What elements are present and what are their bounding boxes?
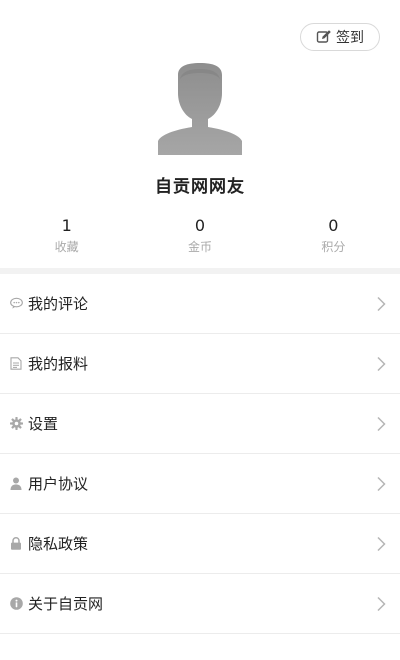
menu-item-user-agreement[interactable]: 用户协议: [0, 454, 400, 514]
checkin-label: 签到: [336, 30, 364, 46]
comment-icon: [10, 297, 23, 310]
lock-icon: [10, 537, 23, 550]
info-icon: [10, 597, 23, 610]
stat-value: 1: [61, 216, 72, 235]
stat-coins[interactable]: 0 金币: [133, 215, 266, 260]
chevron-right-icon: [376, 536, 386, 552]
chevron-right-icon: [376, 356, 386, 372]
menu-item-label: 关于自贡网: [28, 595, 104, 613]
menu-item-label: 我的报料: [28, 355, 89, 373]
menu-item-label: 我的评论: [28, 295, 89, 313]
username: 自贡网网友: [155, 177, 245, 197]
menu-item-label: 设置: [28, 415, 59, 433]
menu-item-privacy-policy[interactable]: 隐私政策: [0, 514, 400, 574]
chevron-right-icon: [376, 476, 386, 492]
chevron-right-icon: [376, 596, 386, 612]
menu-item-my-comments[interactable]: 我的评论: [0, 274, 400, 334]
stat-label: 金币: [187, 240, 212, 254]
gear-icon: [10, 417, 23, 430]
stat-value: 0: [328, 216, 339, 235]
menu-list: 我的评论 我的报料 设置 用户协议 隐私政策 关于自贡网: [0, 274, 400, 634]
chevron-right-icon: [376, 296, 386, 312]
menu-item-label: 隐私政策: [28, 535, 89, 553]
stat-points[interactable]: 0 积分: [267, 215, 400, 260]
document-icon: [10, 357, 23, 370]
menu-item-label: 用户协议: [28, 475, 89, 493]
menu-item-settings[interactable]: 设置: [0, 394, 400, 454]
stat-favorites[interactable]: 1 收藏: [0, 215, 133, 260]
checkin-button[interactable]: 签到: [300, 23, 380, 51]
stat-label: 积分: [321, 240, 346, 254]
menu-item-my-reports[interactable]: 我的报料: [0, 334, 400, 394]
menu-item-about[interactable]: 关于自贡网: [0, 574, 400, 634]
edit-icon: [316, 29, 332, 45]
avatar[interactable]: [158, 63, 242, 155]
user-icon: [10, 477, 23, 490]
profile-page: 签到 自贡网网友 1 收藏 0 金币 0 积分 我的评论 我的报料 设置 用户协…: [0, 0, 400, 660]
stat-value: 0: [194, 216, 206, 235]
stat-label: 收藏: [54, 240, 79, 254]
chevron-right-icon: [376, 416, 386, 432]
stats-bar: 1 收藏 0 金币 0 积分: [0, 215, 400, 260]
